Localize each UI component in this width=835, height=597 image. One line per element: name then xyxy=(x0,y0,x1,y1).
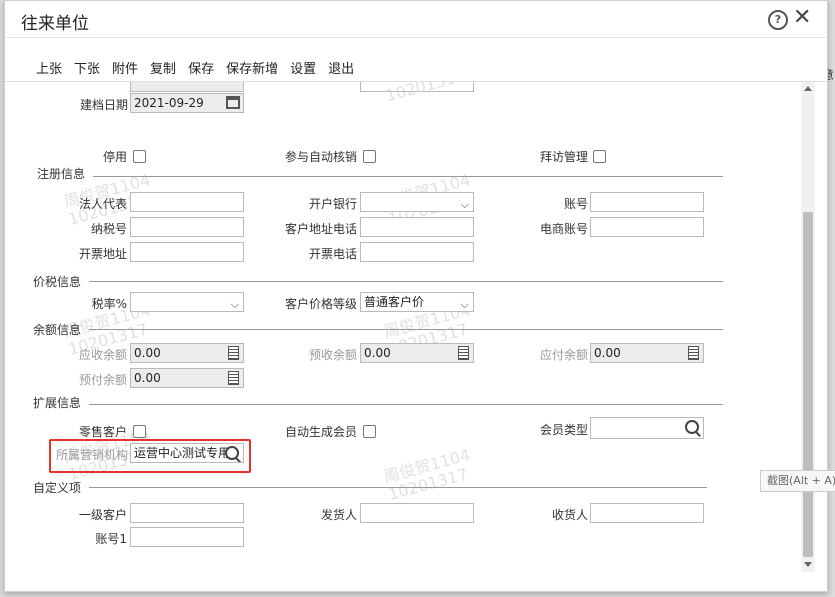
disabled-checkbox[interactable] xyxy=(133,150,146,163)
shipper-input[interactable] xyxy=(360,503,474,523)
calculator-icon[interactable] xyxy=(688,346,699,360)
tax-rate-label: 税率% xyxy=(91,297,127,311)
ecom-account-input[interactable] xyxy=(590,217,704,237)
attachment-button[interactable]: 附件 xyxy=(112,58,138,77)
section-price-tax: 价税信息 xyxy=(33,275,82,289)
payable-field: 0.00 xyxy=(590,343,704,363)
invoice-addr-input[interactable] xyxy=(130,242,244,262)
toolbar: 上张 下张 附件 复制 保存 保存新增 设置 退出 xyxy=(36,58,354,77)
pre-receive-value: 0.00 xyxy=(364,346,391,360)
screenshot-tooltip: 截图(Alt + A) xyxy=(760,470,835,492)
receivable-value: 0.00 xyxy=(134,346,161,360)
create-date-value: 2021-09-29 xyxy=(134,96,204,110)
help-icon[interactable]: ? xyxy=(768,10,788,30)
shipper-label: 发货人 xyxy=(320,508,357,522)
chevron-down-icon: ⌵ xyxy=(460,198,469,211)
vertical-scrollbar[interactable] xyxy=(801,82,815,572)
section-divider xyxy=(89,487,707,488)
invoice-phone-label: 开票电话 xyxy=(308,247,357,261)
payable-value: 0.00 xyxy=(594,346,621,360)
prev-button[interactable]: 上张 xyxy=(36,58,62,77)
calculator-icon[interactable] xyxy=(458,346,469,360)
scroll-up-arrow-icon[interactable] xyxy=(804,86,812,91)
dialog-title: 往来单位 xyxy=(21,14,89,34)
section-divider xyxy=(89,404,723,405)
price-level-value: 普通客户价 xyxy=(364,295,425,309)
level1-label: 一级客户 xyxy=(78,508,127,522)
retail-label: 零售客户 xyxy=(78,425,127,439)
receiver-input[interactable] xyxy=(590,503,704,523)
auto-verify-checkbox[interactable] xyxy=(363,150,376,163)
section-balance: 余额信息 xyxy=(33,323,82,337)
payable-label: 应付余额 xyxy=(539,348,588,362)
watermark: 周俊贺110410201317 xyxy=(381,445,473,504)
addr-phone-input[interactable] xyxy=(360,217,474,237)
section-divider xyxy=(89,281,723,282)
prepay-value: 0.00 xyxy=(134,371,161,385)
highlight-box xyxy=(49,439,251,473)
account1-label: 账号1 xyxy=(95,532,127,546)
legal-rep-input[interactable] xyxy=(130,192,244,212)
account1-input[interactable] xyxy=(130,527,244,547)
tax-no-label: 纳税号 xyxy=(90,222,127,236)
create-date-field[interactable]: 2021-09-29 xyxy=(130,93,244,113)
chevron-down-icon: ⌵ xyxy=(230,298,239,311)
legal-rep-label: 法人代表 xyxy=(78,197,127,211)
save-button[interactable]: 保存 xyxy=(188,58,214,77)
level1-input[interactable] xyxy=(130,503,244,523)
section-divider xyxy=(93,176,723,177)
price-level-label: 客户价格等级 xyxy=(284,297,357,311)
tax-no-input[interactable] xyxy=(130,217,244,237)
bank-label: 开户银行 xyxy=(308,197,357,211)
next-button[interactable]: 下张 xyxy=(74,58,100,77)
section-divider xyxy=(89,329,723,330)
auto-verify-label: 参与自动核销 xyxy=(284,150,357,164)
calendar-icon[interactable] xyxy=(226,96,240,109)
form-scroll-area: 周俊贺110410201317 周俊贺110410201317 10201317… xyxy=(5,82,827,591)
header-divider xyxy=(5,37,827,38)
bank-select[interactable]: ⌵ xyxy=(360,192,474,212)
auto-member-checkbox[interactable] xyxy=(363,425,376,438)
pre-receive-field: 0.00 xyxy=(360,343,474,363)
prepay-field: 0.00 xyxy=(130,368,244,388)
receivable-label: 应收余额 xyxy=(78,348,127,362)
ecom-account-label: 电商账号 xyxy=(539,222,588,236)
price-level-select[interactable]: 普通客户价 ⌵ xyxy=(360,292,474,312)
account-input[interactable] xyxy=(590,192,704,212)
section-extended: 扩展信息 xyxy=(33,396,82,410)
copy-button[interactable]: 复制 xyxy=(150,58,176,77)
chevron-down-icon: ⌵ xyxy=(460,298,469,311)
scrollbar-thumb[interactable] xyxy=(803,212,813,557)
save-new-button[interactable]: 保存新增 xyxy=(226,58,278,77)
calculator-icon[interactable] xyxy=(228,371,239,385)
disabled-label: 停用 xyxy=(102,150,127,164)
scroll-down-arrow-icon[interactable] xyxy=(804,562,812,567)
clipped-field-2 xyxy=(360,82,474,92)
prepay-label: 预付余额 xyxy=(78,373,127,387)
partner-dialog: 往来单位 ? ✕ 上张 下张 附件 复制 保存 保存新增 设置 退出 周俊贺11… xyxy=(4,0,828,592)
search-icon[interactable] xyxy=(685,420,699,434)
member-type-input[interactable] xyxy=(590,417,704,439)
receiver-label: 收货人 xyxy=(551,508,588,522)
clipped-field-1 xyxy=(130,82,244,92)
tax-rate-select[interactable]: ⌵ xyxy=(130,292,244,312)
visit-mgmt-checkbox[interactable] xyxy=(593,150,606,163)
auto-member-label: 自动生成会员 xyxy=(284,425,357,439)
exit-button[interactable]: 退出 xyxy=(328,58,354,77)
create-date-label: 建档日期 xyxy=(79,98,128,112)
visit-mgmt-label: 拜访管理 xyxy=(539,150,588,164)
pre-receive-label: 预收余额 xyxy=(308,348,357,362)
section-custom: 自定义项 xyxy=(33,481,82,495)
account-label: 账号 xyxy=(563,197,588,211)
receivable-field: 0.00 xyxy=(130,343,244,363)
calculator-icon[interactable] xyxy=(228,346,239,360)
retail-checkbox[interactable] xyxy=(133,425,146,438)
invoice-phone-input[interactable] xyxy=(360,242,474,262)
close-icon[interactable]: ✕ xyxy=(793,5,811,31)
settings-button[interactable]: 设置 xyxy=(290,58,316,77)
invoice-addr-label: 开票地址 xyxy=(78,247,127,261)
member-type-label: 会员类型 xyxy=(539,423,588,437)
section-register: 注册信息 xyxy=(37,167,86,181)
addr-phone-label: 客户地址电话 xyxy=(284,222,357,236)
